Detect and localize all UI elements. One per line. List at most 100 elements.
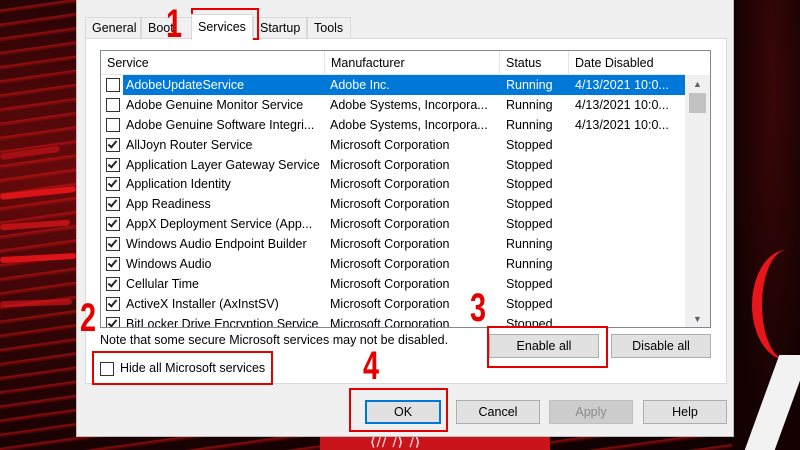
table-row[interactable]: ActiveX Installer (AxInstSV) Microsoft Co… [101,294,687,314]
table-row[interactable]: Application Identity Microsoft Corporatio… [101,174,687,194]
service-status: Stopped [506,177,553,192]
service-status: Stopped [506,137,553,152]
table-row[interactable]: Adobe Genuine Software Integri... Adobe S… [101,115,687,135]
apply-button[interactable]: Apply [549,400,633,424]
scroll-down-icon[interactable]: ▼ [685,310,710,327]
table-row[interactable]: App Readiness Microsoft Corporation Stoppe… [101,194,687,214]
service-date-disabled [575,174,687,194]
checkmark-icon [107,217,118,228]
service-checkbox[interactable] [106,276,120,291]
table-row[interactable]: Cellular Time Microsoft Corporation Stoppe… [101,274,687,294]
service-checkbox[interactable] [106,296,120,311]
secure-services-note: Note that some secure Microsoft services… [100,333,449,347]
wallpaper-right [732,0,800,450]
service-status: Stopped [506,217,553,232]
checkmark-icon [107,237,118,248]
annotation-1: 1 [166,2,183,46]
service-date-disabled [575,155,687,175]
service-checkbox[interactable] [106,157,120,172]
service-date-disabled [575,214,687,234]
service-date-disabled: 4/13/2021 10:0... [575,78,669,92]
table-row[interactable]: AllJoyn Router Service Microsoft Corporat… [101,135,687,155]
tab-tools[interactable]: Tools [307,17,351,39]
service-status: Stopped [506,197,553,212]
service-name: Application Layer Gateway Service [126,157,320,172]
service-name: ActiveX Installer (AxInstSV) [126,296,279,311]
table-row[interactable]: Application Layer Gateway Service Microso… [101,155,687,175]
service-date-disabled [575,234,687,254]
tab-startup[interactable]: Startup [253,17,307,39]
column-manufacturer[interactable]: Manufacturer [325,51,500,75]
service-name: Adobe Genuine Software Integri... [126,117,315,132]
service-date-disabled: 4/13/2021 10:0... [575,117,669,132]
column-status[interactable]: Status [500,51,569,75]
checkmark-icon [107,257,118,268]
service-checkbox[interactable] [106,237,120,252]
help-button[interactable]: Help [643,400,727,424]
tab-services[interactable]: Services [191,14,253,40]
scroll-up-icon[interactable]: ▲ [685,75,710,93]
tab-general[interactable]: General [85,17,141,39]
service-status: Running [506,237,553,252]
service-date-disabled [575,254,687,274]
service-manufacturer: Adobe Systems, Incorpora... [330,97,488,112]
wallpaper-logo-icon: ⟨∕∕ ∕⟩ ∕⟩ [370,435,422,449]
checkmark-icon [107,297,118,308]
service-date-disabled: 4/13/2021 10:0... [575,97,669,112]
service-checkbox[interactable] [106,316,120,327]
table-row[interactable]: Adobe Genuine Monitor Service Adobe Syste… [101,95,687,115]
service-manufacturer: Microsoft Corporation [330,157,450,172]
service-checkbox[interactable] [106,137,120,152]
scroll-thumb[interactable] [689,93,706,113]
service-checkbox[interactable] [106,197,120,212]
service-name: Application Identity [126,177,231,192]
cancel-button[interactable]: Cancel [456,400,540,424]
service-checkbox[interactable] [106,78,120,92]
wallpaper-slash [744,355,800,450]
service-checkbox[interactable] [106,177,120,192]
service-status: Running [506,117,553,132]
column-date-disabled[interactable]: Date Disabled [569,51,687,75]
table-row[interactable]: AdobeUpdateService Adobe Inc. Running 4/13/… [101,75,687,95]
service-status: Running [506,78,553,92]
service-date-disabled [575,135,687,155]
checkmark-icon [107,138,118,149]
service-status: Running [506,97,553,112]
service-manufacturer: Adobe Inc. [330,78,390,92]
checkmark-icon [107,317,118,327]
service-name: Windows Audio Endpoint Builder [126,237,307,252]
service-manufacturer: Microsoft Corporation [330,257,450,272]
column-service[interactable]: Service [101,51,325,75]
service-name: Adobe Genuine Monitor Service [126,97,304,112]
wallpaper-arc [752,250,800,360]
service-name: AppX Deployment Service (App... [126,217,313,232]
annotation-3: 3 [470,286,487,330]
service-manufacturer: Adobe Systems, Incorpora... [330,117,488,132]
service-status: Running [506,257,553,272]
services-list[interactable]: Service Manufacturer Status Date Disable… [100,50,711,328]
list-header-corner [685,51,710,75]
list-header: Service Manufacturer Status Date Disable… [101,51,687,75]
service-manufacturer: Microsoft Corporation [330,137,450,152]
checkmark-icon [107,177,118,189]
service-checkbox[interactable] [106,257,120,272]
service-name: App Readiness [126,197,211,212]
highlight-hide-microsoft [92,351,273,385]
service-date-disabled [575,194,687,214]
service-name: BitLocker Drive Encryption Service [126,316,319,328]
table-row[interactable]: Windows Audio Endpoint Builder Microsoft … [101,234,687,254]
highlight-enable-all [487,326,608,368]
table-row[interactable]: AppX Deployment Service (App... Microsoft… [101,214,687,234]
service-status: Stopped [506,157,553,172]
service-name: AdobeUpdateService [126,78,245,92]
table-row[interactable]: Windows Audio Microsoft Corporation Runnin… [101,254,687,274]
service-checkbox[interactable] [106,117,120,132]
service-checkbox[interactable] [106,217,120,232]
service-name: AllJoyn Router Service [126,137,253,152]
service-name: Cellular Time [126,276,199,291]
service-checkbox[interactable] [106,97,120,112]
list-scrollbar[interactable]: ▲ ▼ [685,75,710,327]
disable-all-button[interactable]: Disable all [611,334,711,358]
service-status: Stopped [506,296,553,311]
service-date-disabled [575,294,687,314]
